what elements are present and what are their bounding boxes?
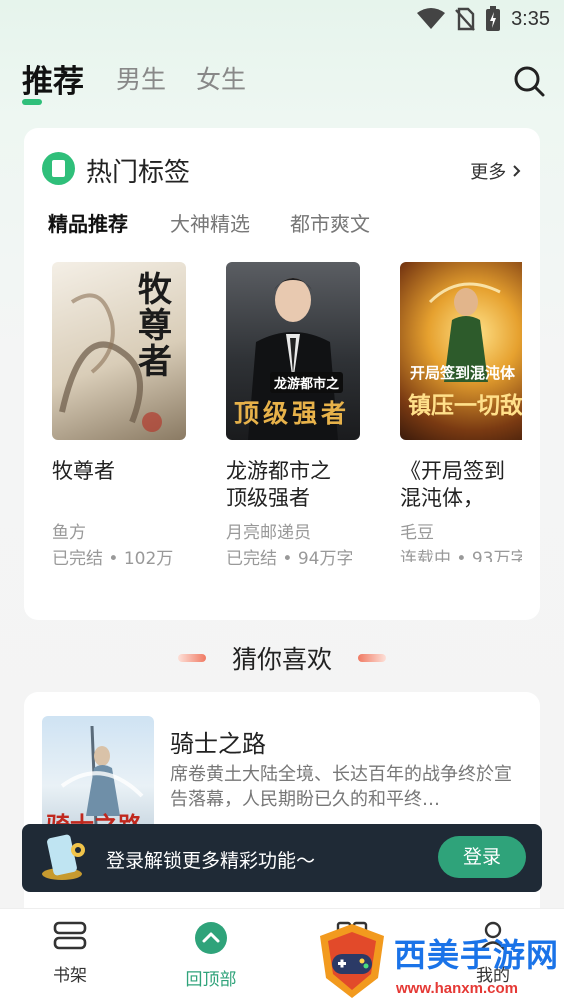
book-title: 龙游都市之顶级强者 xyxy=(226,459,331,510)
decoration-left xyxy=(178,654,206,662)
cover-title: 顶级强者 xyxy=(234,399,351,428)
nav-bookshelf[interactable]: 书架 xyxy=(20,921,120,986)
cover-title: 牧尊者 xyxy=(138,270,172,382)
hot-tags-card: 热门标签 更多 精品推荐 大神精选 都市爽文 牧尊者 牧尊者 鱼方 已完结 • … xyxy=(24,128,540,620)
hot-tags-title: 热门标签 xyxy=(86,158,191,188)
guess-section-header: 猜你喜欢 xyxy=(0,640,564,680)
guess-book-card[interactable]: 骑士之路 骑士之路 席卷黄土大陆全境、长达百年的战争终於宣告落幕，人民期盼已久的… xyxy=(24,692,540,942)
watermark: 西美手游网 www.hanxm.com xyxy=(316,922,564,1002)
book-card[interactable]: 龙游都市之 顶级强者 龙游都市之顶级强者 月亮邮递员 已完结 • 94万字 xyxy=(226,262,376,569)
tab-label: 推荐 xyxy=(22,64,84,100)
wifi-icon xyxy=(417,8,446,29)
bookshelf-icon xyxy=(53,921,87,950)
top-nav: 推荐 男生 女生 xyxy=(22,60,546,110)
nav-back-to-top[interactable]: 回顶部 xyxy=(161,921,261,990)
book-meta: 连载中 • 93万字 xyxy=(400,549,522,562)
book-cover: 龙游都市之 顶级强者 xyxy=(226,262,360,440)
book-cover: 牧尊者 xyxy=(52,262,186,440)
search-icon xyxy=(514,66,545,97)
book-title: 《开局签到混沌体，镇… xyxy=(400,459,505,510)
cover-subtitle: 龙游都市之 xyxy=(270,372,344,393)
book-card[interactable]: 牧尊者 牧尊者 鱼方 已完结 • 102万 xyxy=(52,262,202,569)
book-meta: 已完结 • 94万字 xyxy=(226,549,352,569)
hot-tags-header: 热门标签 更多 xyxy=(42,150,522,190)
cover-title: 镇压一切敌 xyxy=(408,393,522,419)
active-tab-indicator xyxy=(22,99,42,105)
cover-subtitle: 开局签到混沌体 xyxy=(410,364,516,382)
status-bar: 3:35 xyxy=(0,0,564,40)
chevron-right-icon xyxy=(513,165,521,177)
sub-tab-featured[interactable]: 精品推荐 xyxy=(48,208,128,237)
watermark-url: www.hanxm.com xyxy=(396,980,518,997)
login-button[interactable]: 登录 xyxy=(438,836,526,878)
phone-illustration-icon xyxy=(42,834,85,880)
login-prompt: 登录解锁更多精彩功能～ xyxy=(106,850,316,872)
book-title: 牧尊者 xyxy=(52,459,115,483)
book-author: 毛豆 xyxy=(400,523,434,543)
more-label: 更多 xyxy=(470,162,507,183)
sub-tab-master-picks[interactable]: 大神精选 xyxy=(170,208,250,237)
book-author: 月亮邮递员 xyxy=(226,523,311,543)
decoration-right xyxy=(358,654,386,662)
book-meta: 已完结 • 102万 xyxy=(52,549,174,569)
tab-recommend[interactable]: 推荐 xyxy=(22,56,84,105)
gamepad-shield-logo-icon xyxy=(320,924,384,998)
guess-title: 猜你喜欢 xyxy=(231,645,332,674)
book-description: 席卷黄土大陆全境、长达百年的战争终於宣告落幕，人民期盼已久的和平终… xyxy=(170,764,512,810)
nav-label: 书架 xyxy=(53,966,87,986)
login-banner: 登录解锁更多精彩功能～ 登录 xyxy=(22,824,542,892)
book-card[interactable]: 开局签到混沌体 镇压一切敌 《开局签到混沌体，镇… 毛豆 连载中 • 93万字 xyxy=(400,262,522,562)
search-button[interactable] xyxy=(512,64,546,98)
battery-icon xyxy=(486,6,501,31)
back-to-top-icon xyxy=(195,922,227,954)
more-link[interactable]: 更多 xyxy=(470,158,522,184)
book-title: 骑士之路 xyxy=(170,730,266,758)
sub-tab-urban[interactable]: 都市爽文 xyxy=(290,208,370,237)
no-sim-icon xyxy=(455,7,475,31)
book-tag-icon xyxy=(42,152,75,185)
book-cover: 开局签到混沌体 镇压一切敌 xyxy=(400,262,522,440)
nav-label: 回顶部 xyxy=(185,970,237,990)
tab-male[interactable]: 男生 xyxy=(116,60,166,96)
watermark-text: 西美手游网 xyxy=(394,936,560,974)
status-time: 3:35 xyxy=(511,7,550,30)
book-author: 鱼方 xyxy=(52,523,86,543)
tab-female[interactable]: 女生 xyxy=(196,60,246,96)
